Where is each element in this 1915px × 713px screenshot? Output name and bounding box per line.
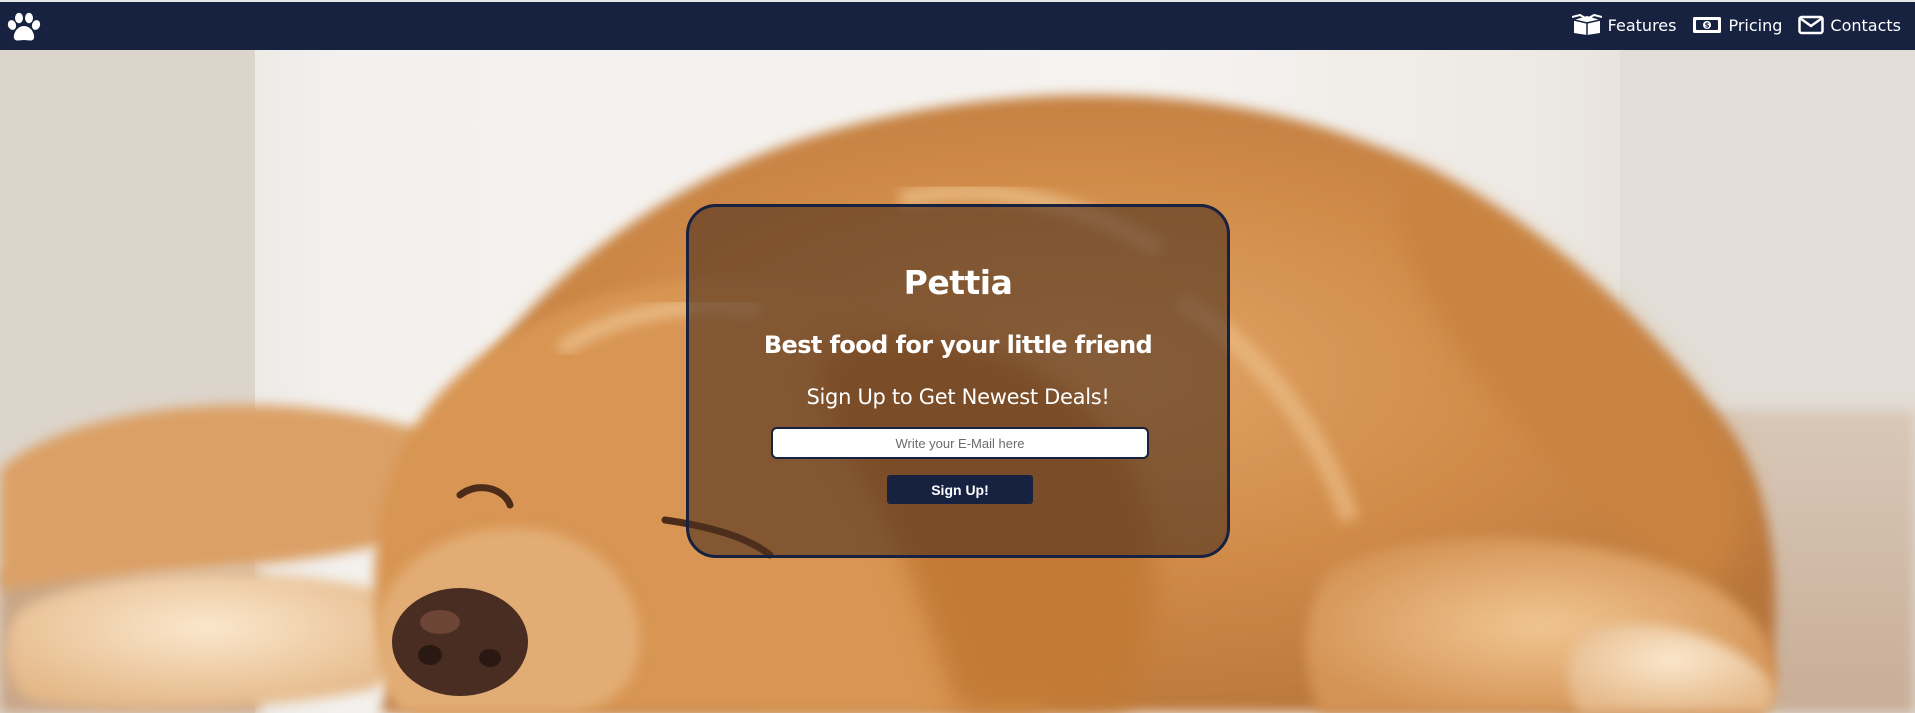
paw-icon[interactable] xyxy=(6,12,42,44)
box-icon xyxy=(1571,14,1602,36)
nav-link-contacts[interactable]: Contacts xyxy=(1798,15,1901,35)
nav-link-pricing-label: Pricing xyxy=(1728,15,1783,35)
signup-prompt: Sign Up to Get Newest Deals! xyxy=(806,385,1110,409)
tagline: Best food for your little friend xyxy=(763,331,1153,359)
envelope-icon xyxy=(1798,15,1825,35)
signup-card: Pettia Best food for your little friend … xyxy=(686,204,1230,558)
nav-link-pricing[interactable]: $ Pricing xyxy=(1692,15,1782,35)
signup-button[interactable]: Sign Up! xyxy=(887,475,1033,504)
brand-title: Pettia xyxy=(903,263,1013,302)
money-icon: $ xyxy=(1692,15,1722,35)
nav-links: Features $ Pricing Contacts xyxy=(1571,14,1901,36)
email-input[interactable] xyxy=(771,427,1149,459)
nav-link-features[interactable]: Features xyxy=(1571,14,1677,36)
nav-link-contacts-label: Contacts xyxy=(1830,15,1901,35)
navbar: Features $ Pricing Contacts xyxy=(0,0,1915,50)
hero-section: Pettia Best food for your little friend … xyxy=(0,50,1915,713)
nav-link-features-label: Features xyxy=(1607,15,1677,35)
svg-text:$: $ xyxy=(1705,22,1710,30)
